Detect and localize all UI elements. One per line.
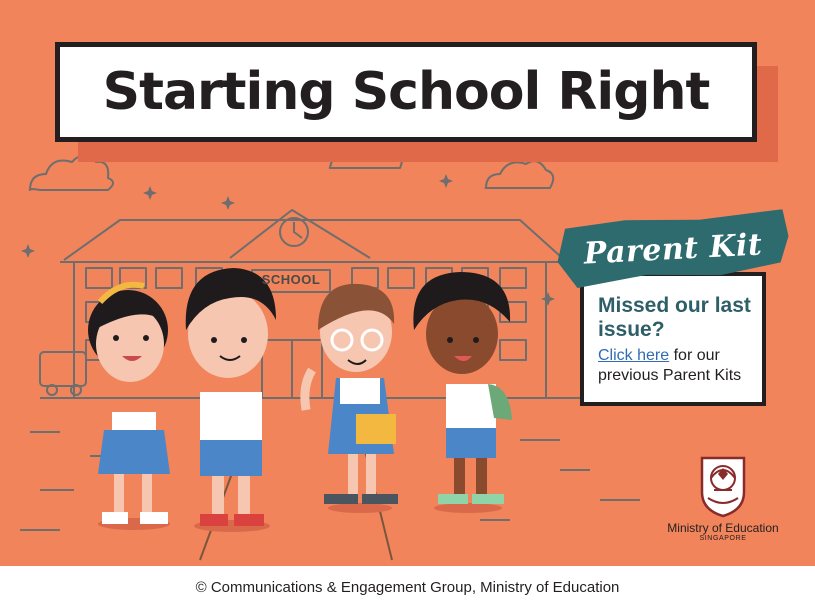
parent-kit-card: Missed our last issue? Click here for ou… — [580, 272, 766, 406]
ministry-crest-icon — [700, 456, 746, 518]
school-sign: SCHOOL — [261, 272, 321, 287]
child-figure — [185, 268, 276, 532]
kit-heading: Missed our last issue? — [598, 294, 751, 341]
footer: © Communications & Engagement Group, Min… — [0, 566, 815, 608]
ministry-name: Ministry of Education — [667, 521, 779, 535]
cloud-icon — [484, 160, 555, 189]
title-box: Starting School Right — [55, 42, 757, 142]
sparkle-icon — [221, 196, 235, 210]
poster: SCHOOL Starting School Right Missed our … — [0, 0, 815, 566]
ministry-country: SINGAPORE — [699, 535, 747, 542]
child-figure — [88, 281, 170, 530]
sparkle-icon — [541, 292, 555, 306]
sparkle-icon — [439, 174, 453, 188]
child-figure — [413, 272, 512, 513]
page-title: Starting School Right — [102, 62, 711, 122]
sparkle-icon — [21, 244, 35, 258]
parent-kit-label: Parent Kit — [582, 226, 764, 272]
kit-body: Click here for our previous Parent Kits — [598, 346, 752, 386]
copyright-text: © Communications & Engagement Group, Min… — [195, 578, 620, 596]
sparkle-icon — [143, 186, 157, 200]
click-here-link[interactable]: Click here — [598, 347, 669, 364]
